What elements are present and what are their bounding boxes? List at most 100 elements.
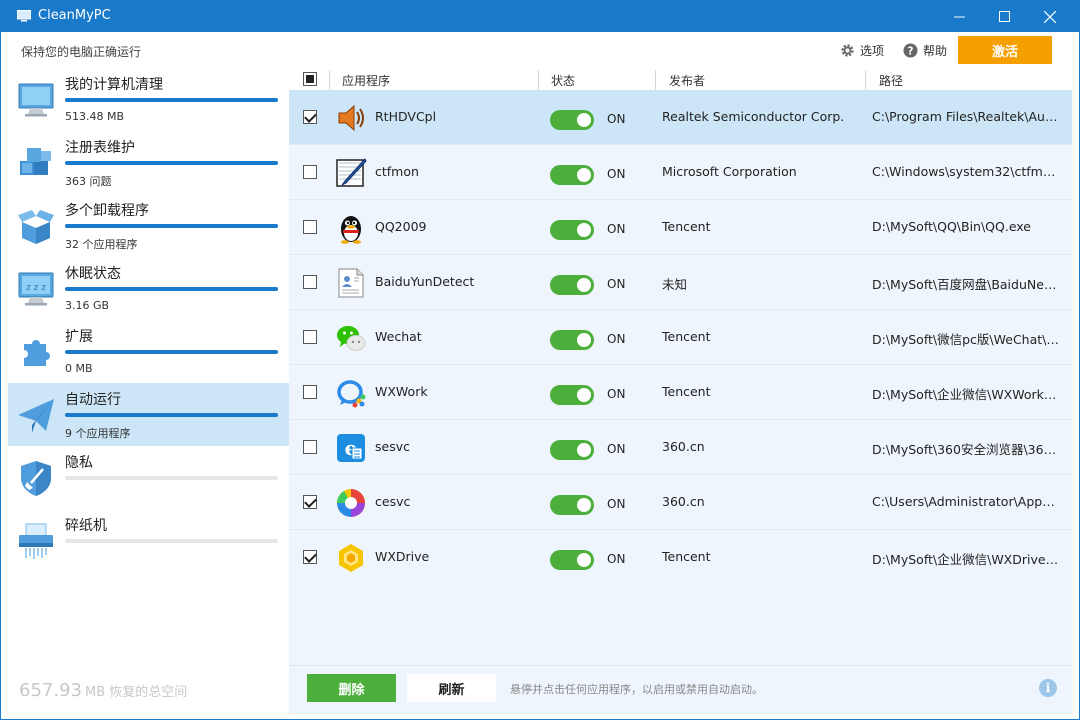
toggle-state: ON — [607, 112, 626, 126]
sidebar-item-value: 3.16 GB — [65, 299, 110, 312]
sidebar-progress-bar — [65, 98, 278, 102]
app-name: ctfmon — [375, 164, 419, 179]
table-row[interactable]: RtHDVCpl ON Realtek Semiconductor Corp. … — [289, 90, 1072, 145]
row-checkbox[interactable] — [303, 220, 317, 234]
sidebar-item-label: 隐私 — [65, 455, 93, 471]
sidebar-progress-bar — [65, 287, 278, 291]
row-checkbox[interactable] — [303, 330, 317, 344]
svg-text:?: ? — [908, 45, 914, 57]
window-title: CleanMyPC — [38, 8, 111, 23]
sidebar-item-label: 休眠状态 — [65, 266, 121, 282]
sidebar-item-shredder[interactable]: 碎纸机 — [8, 509, 289, 572]
360-browser-icon: e — [337, 434, 365, 462]
file-path: C:\Users\Administrator\AppData\cesvc.exe — [872, 494, 1060, 509]
table-row[interactable]: e sesvc ON 360.cn D:\MySoft\360安全浏览器\360… — [289, 420, 1072, 475]
select-all-checkbox[interactable] — [303, 72, 317, 86]
options-button[interactable]: 选项 — [840, 42, 884, 59]
monitor-icon — [18, 83, 54, 117]
hint-text: 悬停并点击任何应用程序，以启用或禁用自动启动。 — [510, 683, 763, 696]
table-row[interactable]: cesvc ON 360.cn C:\Users\Administrator\A… — [289, 475, 1072, 530]
sidebar-item-label: 多个卸载程序 — [65, 203, 149, 219]
autorun-toggle[interactable] — [550, 550, 594, 570]
maximize-button[interactable] — [981, 1, 1027, 32]
file-path: C:\Windows\system32\ctfmon.exe — [872, 164, 1060, 179]
table-row[interactable]: WXDrive ON Tencent D:\MySoft\企业微信\WXDriv… — [289, 530, 1072, 585]
app-name: BaiduYunDetect — [375, 274, 475, 289]
row-checkbox[interactable] — [303, 385, 317, 399]
publisher: 360.cn — [662, 439, 705, 454]
close-button[interactable] — [1027, 1, 1073, 32]
autorun-toggle[interactable] — [550, 385, 594, 405]
sidebar-item-label: 自动运行 — [65, 392, 121, 408]
sidebar-progress-bar — [65, 350, 278, 354]
autorun-toggle[interactable] — [550, 275, 594, 295]
sidebar-item-uninstaller[interactable]: 多个卸载程序 32 个应用程序 — [8, 194, 289, 257]
table-row[interactable]: WXWork ON Tencent D:\MySoft\企业微信\WXWork\… — [289, 365, 1072, 420]
row-checkbox[interactable] — [303, 275, 317, 289]
minimize-icon — [953, 16, 965, 18]
sidebar-progress-bar — [65, 476, 278, 480]
publisher: Tencent — [662, 219, 711, 234]
sidebar-item-hibernation[interactable]: z z z 休眠状态 3.16 GB — [8, 257, 289, 320]
column-divider — [865, 70, 866, 90]
file-path: D:\MySoft\微信pc版\WeChat\WeChat.exe — [872, 332, 1060, 347]
pen-tablet-icon — [336, 158, 367, 187]
autorun-toggle[interactable] — [550, 220, 594, 240]
autorun-toggle[interactable] — [550, 330, 594, 350]
autorun-toggle[interactable] — [550, 495, 594, 515]
column-header-path[interactable]: 路径 — [879, 72, 903, 89]
tagline: 保持您的电脑正确运行 — [21, 45, 142, 59]
help-button[interactable]: ? 帮助 — [903, 42, 947, 59]
autorun-panel: 应用程序 状态 发布者 路径 RtHDVCpl ON Realtek Semic… — [289, 68, 1072, 714]
file-path: D:\MySoft\企业微信\WXDrive\WXDrive.exe — [872, 552, 1060, 567]
row-checkbox[interactable] — [303, 110, 317, 124]
column-header-app[interactable]: 应用程序 — [342, 72, 390, 89]
sidebar-item-privacy[interactable]: 隐私 — [8, 446, 289, 509]
autorun-toggle[interactable] — [550, 165, 594, 185]
sidebar-item-computer-cleanup[interactable]: 我的计算机清理 513.48 MB — [8, 68, 289, 131]
table-row[interactable]: QQ2009 ON Tencent D:\MySoft\QQ\Bin\QQ.ex… — [289, 200, 1072, 255]
app-name: Wechat — [375, 329, 422, 344]
sidebar-progress-bar — [65, 161, 278, 165]
row-checkbox[interactable] — [303, 440, 317, 454]
row-checkbox[interactable] — [303, 165, 317, 179]
row-checkbox[interactable] — [303, 550, 317, 564]
table-row[interactable]: Wechat ON Tencent D:\MySoft\微信pc版\WeChat… — [289, 310, 1072, 365]
autorun-toggle[interactable] — [550, 110, 594, 130]
info-icon[interactable]: i — [1039, 679, 1057, 697]
publisher: 未知 — [662, 277, 688, 292]
sidebar-item-registry[interactable]: 注册表维护 363 问题 — [8, 131, 289, 194]
toolbar: 保持您的电脑正确运行 选项 ? 帮助 激活 — [1, 32, 1079, 68]
publisher: Tencent — [662, 549, 711, 564]
options-label: 选项 — [860, 44, 885, 58]
sidebar-item-autorun[interactable]: 自动运行 9 个应用程序 — [8, 383, 289, 446]
delete-button[interactable]: 删除 — [307, 674, 396, 702]
toggle-state: ON — [607, 552, 626, 566]
minimize-button[interactable] — [936, 1, 982, 32]
sidebar-progress-bar — [65, 224, 278, 228]
activate-button[interactable]: 激活 — [958, 36, 1052, 64]
file-path: D:\MySoft\百度网盘\BaiduNetdisk\BaiduYunDete… — [872, 277, 1060, 292]
table-row[interactable]: ctfmon ON Microsoft Corporation C:\Windo… — [289, 145, 1072, 200]
help-icon: ? — [903, 43, 918, 58]
file-path: D:\MySoft\QQ\Bin\QQ.exe — [872, 219, 1032, 234]
app-logo-icon — [17, 10, 31, 22]
column-header-status[interactable]: 状态 — [551, 72, 575, 89]
row-checkbox[interactable] — [303, 495, 317, 509]
toggle-state: ON — [607, 332, 626, 346]
toggle-state: ON — [607, 387, 626, 401]
sidebar-item-value: 32 个应用程序 — [65, 238, 138, 251]
close-icon — [1044, 10, 1056, 23]
file-path: C:\Program Files\Realtek\Audio\HDA\RtHDV… — [872, 109, 1060, 124]
shredder-icon — [19, 523, 53, 559]
sidebar-item-label: 注册表维护 — [65, 140, 135, 156]
file-path: D:\MySoft\企业微信\WXWork\WXWork.exe — [872, 387, 1060, 402]
autorun-toggle[interactable] — [550, 440, 594, 460]
refresh-button[interactable]: 刷新 — [407, 674, 496, 702]
column-header-publisher[interactable]: 发布者 — [669, 72, 705, 89]
sidebar-item-extensions[interactable]: 扩展 0 MB — [8, 320, 289, 383]
table-row[interactable]: BaiduYunDetect ON 未知 D:\MySoft\百度网盘\Baid… — [289, 255, 1072, 310]
wxwork-icon — [337, 380, 366, 408]
qq-penguin-icon — [341, 216, 361, 244]
sidebar-item-label: 扩展 — [65, 329, 93, 345]
